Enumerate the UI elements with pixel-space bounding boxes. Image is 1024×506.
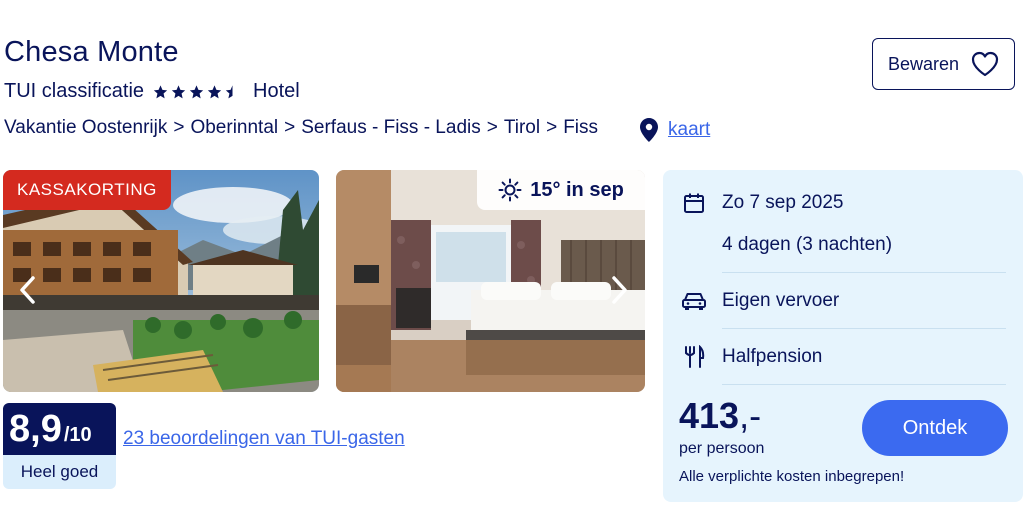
departure-date: Zo 7 sep 2025 <box>722 192 844 213</box>
discount-badge: KASSAKORTING <box>3 170 171 210</box>
star-icon <box>207 84 222 98</box>
calendar-icon <box>681 190 707 216</box>
map-link[interactable]: kaart <box>668 119 710 141</box>
weather-label: 15° in sep <box>530 178 624 201</box>
classification-row: TUI classificatie Hotel <box>4 80 300 103</box>
heart-icon <box>971 51 999 77</box>
breadcrumb-item[interactable]: Fiss <box>563 117 598 139</box>
breadcrumb-separator: > <box>284 117 296 138</box>
price-note: per persoon <box>679 440 765 457</box>
transport-row: Eigen vervoer <box>681 288 839 314</box>
transport-label: Eigen vervoer <box>722 290 840 311</box>
hotel-type: Hotel <box>253 80 300 102</box>
car-icon <box>681 288 707 314</box>
save-button-label: Bewaren <box>887 53 960 74</box>
save-button[interactable]: Bewaren <box>872 38 1015 90</box>
duration-row: 4 dagen (3 nachten) <box>722 234 892 256</box>
star-rating <box>152 84 241 100</box>
breadcrumb-item[interactable]: Oberinntal <box>190 117 278 139</box>
review-score: 8,9 /10 <box>3 403 116 455</box>
date-row: Zo 7 sep 2025 <box>681 190 843 216</box>
chevron-right-icon <box>612 276 627 304</box>
price: 413,- <box>679 395 761 437</box>
board-label: Halfpension <box>722 346 823 367</box>
cutlery-icon <box>681 344 707 370</box>
breadcrumb-item[interactable]: Vakantie Oostenrijk <box>4 117 167 139</box>
gallery-prev-button[interactable] <box>12 270 42 310</box>
breadcrumb-item[interactable]: Tirol <box>504 117 540 139</box>
classification-label: TUI classificatie <box>4 80 145 102</box>
booking-panel: Zo 7 sep 2025 4 dagen (3 nachten) Eigen … <box>663 170 1023 502</box>
divider <box>722 384 1006 385</box>
gallery-next-button[interactable] <box>605 270 635 310</box>
costs-note: Alle verplichte kosten inbegrepen! <box>679 468 905 485</box>
map-pin-icon <box>640 118 658 142</box>
price-value: 413 <box>679 395 740 436</box>
divider <box>722 272 1006 273</box>
map-link-wrap[interactable]: kaart <box>640 118 710 142</box>
discover-button[interactable]: Ontdek <box>862 400 1008 456</box>
star-icon <box>189 84 204 98</box>
breadcrumb-item[interactable]: Serfaus - Fiss - Ladis <box>301 117 481 139</box>
breadcrumb-separator: > <box>173 117 185 138</box>
price-suffix: ,- <box>739 395 762 436</box>
breadcrumb: Vakantie Oostenrijk > Oberinntal > Serfa… <box>4 117 598 139</box>
board-row: Halfpension <box>681 344 822 370</box>
chevron-left-icon <box>20 276 35 304</box>
sun-icon <box>498 178 522 202</box>
review-score-value: 8,9 <box>9 408 62 450</box>
breadcrumb-separator: > <box>546 117 558 138</box>
breadcrumb-separator: > <box>486 117 498 138</box>
reviews-link[interactable]: 23 beoordelingen van TUI-gasten <box>123 428 405 450</box>
review-score-label: Heel goed <box>3 455 116 489</box>
star-icon <box>153 84 168 98</box>
review-score-scale: /10 <box>63 424 92 446</box>
hotel-name: Chesa Monte <box>4 36 179 68</box>
weather-badge: 15° in sep <box>477 170 645 210</box>
half-star-icon <box>225 84 233 98</box>
star-icon <box>171 84 186 98</box>
divider <box>722 328 1006 329</box>
trip-duration: 4 dagen (3 nachten) <box>722 234 893 255</box>
